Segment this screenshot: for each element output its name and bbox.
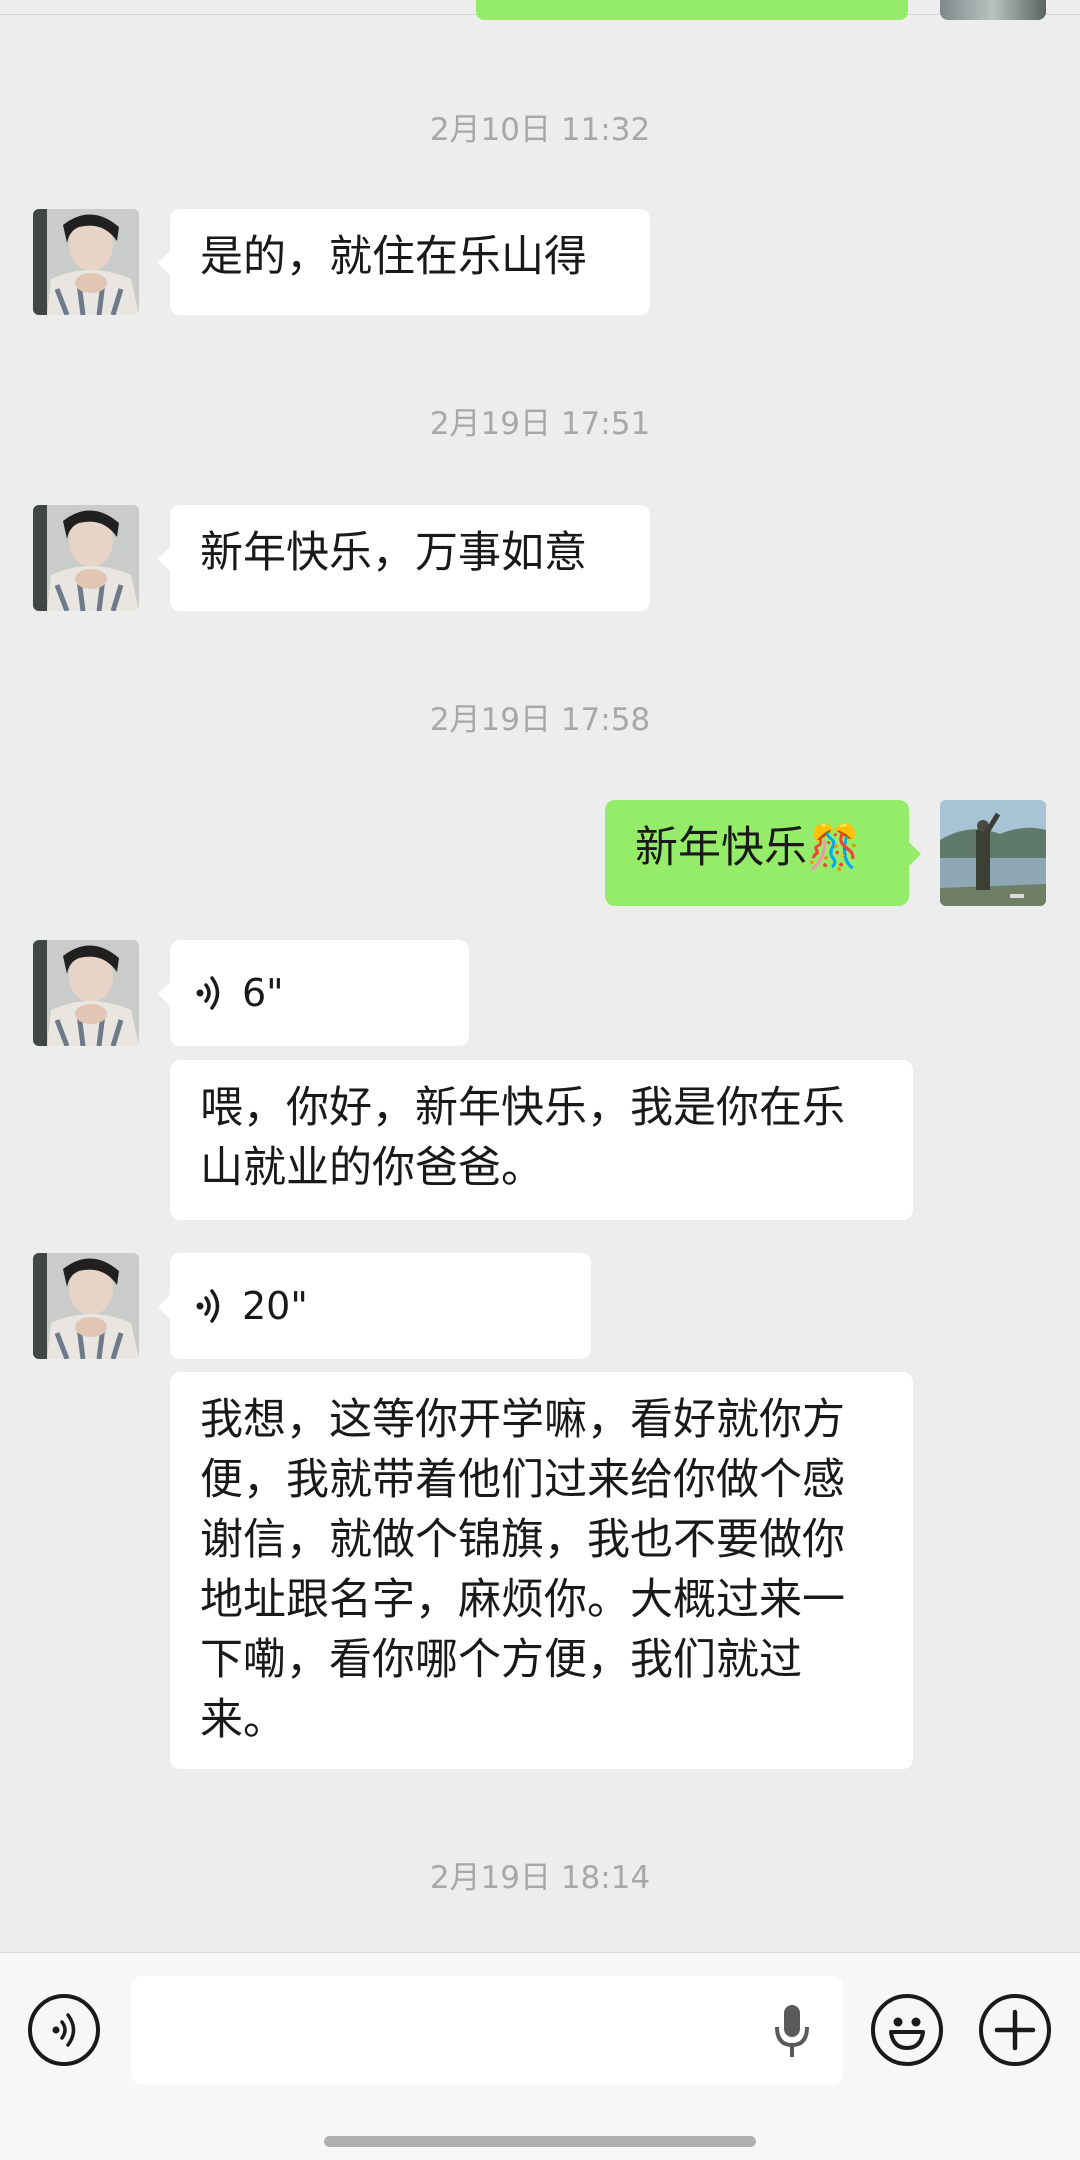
microphone-icon[interactable]	[772, 2003, 812, 2059]
voice-wave-icon	[196, 1289, 220, 1323]
incoming-message-bubble[interactable]: 新年快乐，万事如意	[158, 505, 650, 611]
transcript-text: 我想，这等你开学嘛，看好就你方便，我就带着他们过来给你做个感谢信，就做个锦旗，我…	[200, 1395, 845, 1745]
voice-message-bubble[interactable]: 6"	[158, 940, 469, 1046]
message-text: 新年快乐，万事如意	[200, 528, 587, 578]
incoming-message-bubble[interactable]: 是的，就住在乐山得	[158, 209, 650, 315]
voice-duration: 6"	[242, 971, 284, 1015]
timestamp: 2月19日 18:14	[429, 1860, 651, 1896]
contact-avatar[interactable]	[33, 209, 139, 315]
emoji-face-icon	[889, 2017, 925, 2050]
contact-avatar[interactable]	[33, 940, 139, 1046]
contact-avatar[interactable]	[33, 505, 139, 611]
voice-wave-icon	[196, 976, 220, 1010]
voice-mode-button[interactable]	[28, 1994, 100, 2066]
home-indicator[interactable]	[324, 2136, 756, 2147]
timestamp: 2月19日 17:58	[429, 702, 651, 738]
voice-message-bubble[interactable]: 20"	[158, 1253, 591, 1359]
voice-transcript: 我想，这等你开学嘛，看好就你方便，我就带着他们过来给你做个感谢信，就做个锦旗，我…	[170, 1372, 913, 1769]
emoji-button[interactable]	[871, 1994, 943, 2066]
message-input[interactable]	[131, 1976, 843, 2084]
previous-outgoing-bubble[interactable]	[476, 0, 908, 20]
plus-icon	[994, 2009, 1036, 2051]
voice-duration: 20"	[242, 1284, 308, 1328]
message-text: 新年快乐	[635, 823, 807, 873]
transcript-text: 喂，你好，新年快乐，我是你在乐山就业的你爸爸。	[200, 1083, 845, 1193]
timestamp: 2月10日 11:32	[429, 112, 651, 148]
my-avatar-partial[interactable]	[940, 0, 1046, 20]
more-actions-button[interactable]	[979, 1994, 1051, 2066]
my-avatar[interactable]	[940, 800, 1046, 906]
contact-avatar[interactable]	[33, 1253, 139, 1359]
timestamp: 2月19日 17:51	[429, 406, 651, 442]
voice-transcript: 喂，你好，新年快乐，我是你在乐山就业的你爸爸。	[170, 1060, 913, 1220]
message-text: 是的，就住在乐山得	[200, 232, 587, 282]
outgoing-message-bubble[interactable]: 新年快乐🎊	[605, 800, 921, 906]
party-popper-emoji: 🎊	[807, 823, 861, 873]
voice-mode-icon	[52, 2013, 76, 2047]
